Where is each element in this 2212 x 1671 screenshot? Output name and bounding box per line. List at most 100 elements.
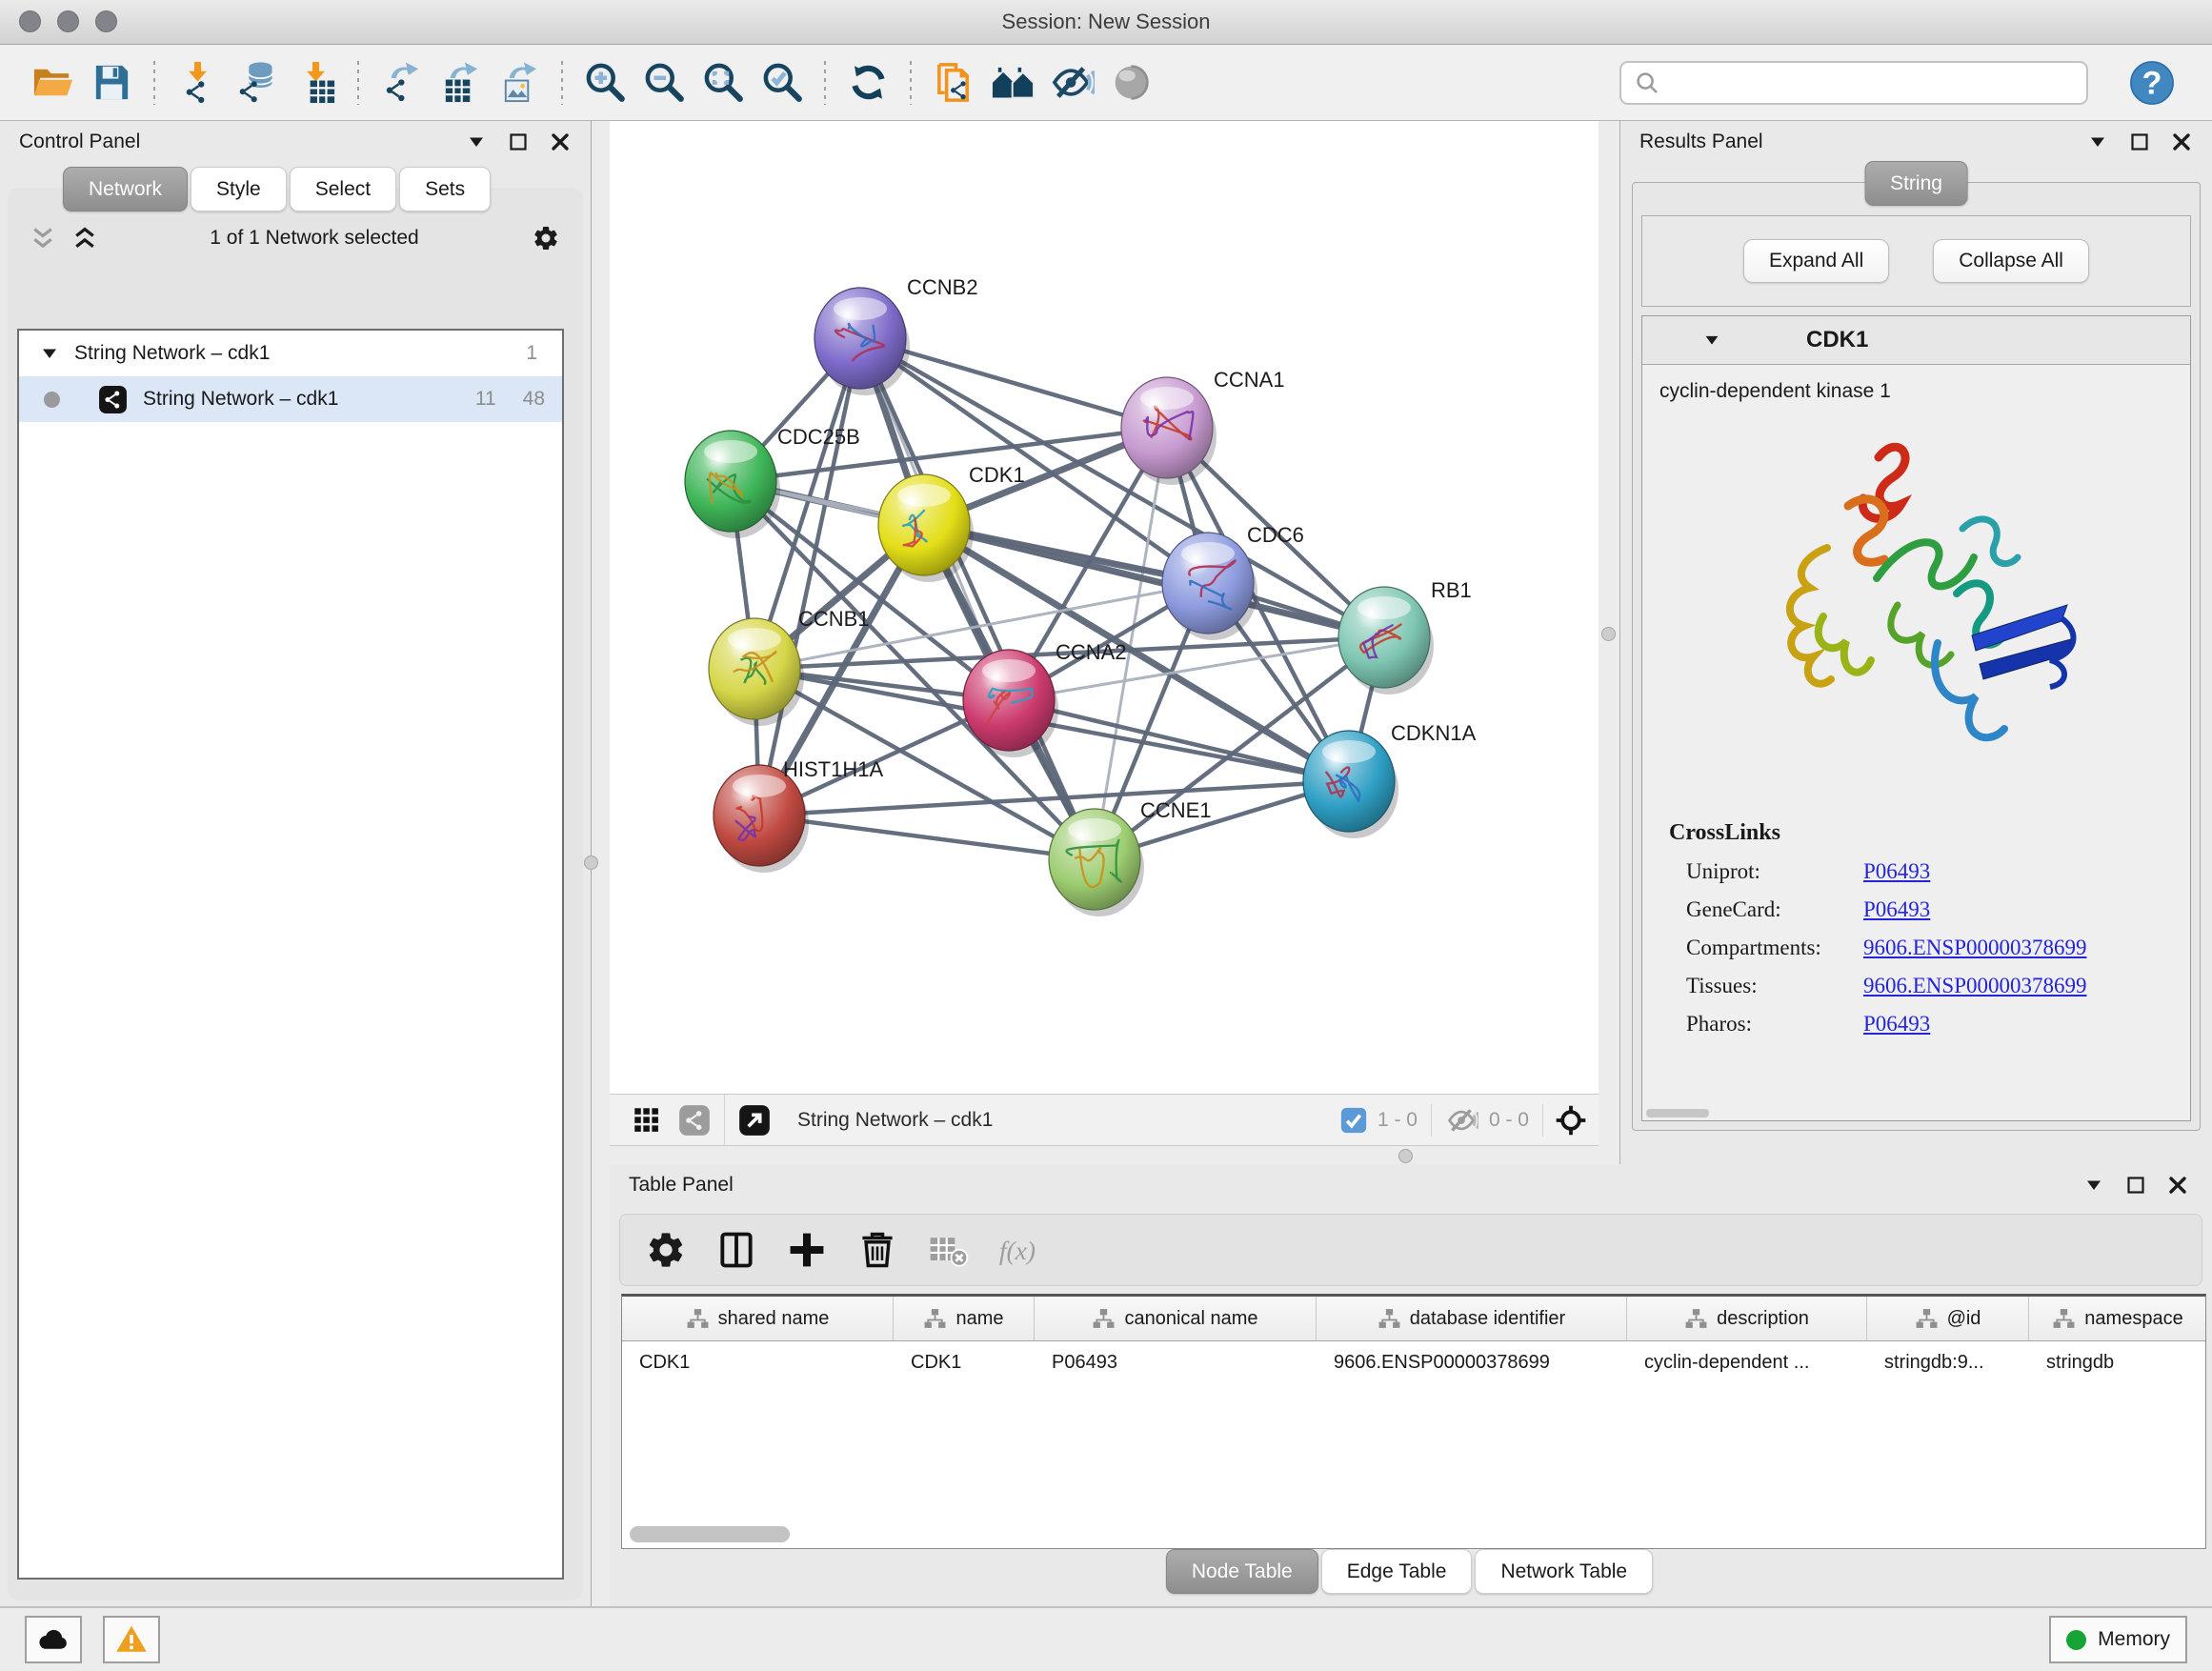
network-options-gear-icon[interactable] — [530, 224, 562, 252]
panel-menu-icon[interactable] — [2086, 131, 2109, 153]
hide-selected-button[interactable] — [1046, 55, 1097, 111]
cloud-status-button[interactable] — [25, 1616, 82, 1663]
left-splitter-handle[interactable] — [584, 856, 598, 870]
node-CCNA1[interactable] — [1121, 377, 1217, 485]
window-minimize-button[interactable] — [57, 10, 79, 32]
column-header-description[interactable]: description — [1627, 1297, 1867, 1340]
fit-selected-button[interactable] — [1542, 1104, 1599, 1137]
panel-menu-icon[interactable] — [465, 131, 488, 153]
panel-close-icon[interactable] — [2166, 1174, 2189, 1197]
network-canvas[interactable]: CCNB2CCNA1CDC25BCDK1CDC6RB1CCNB1CCNA2CDK… — [610, 121, 1599, 1094]
column-header-namespace[interactable]: namespace — [2029, 1297, 2206, 1340]
collapse-all-button[interactable]: Collapse All — [1933, 239, 2089, 283]
column-header-shared-name[interactable]: shared name — [622, 1297, 894, 1340]
warnings-button[interactable] — [103, 1616, 160, 1663]
import-table-file-button[interactable] — [290, 55, 341, 111]
panel-close-icon[interactable] — [2170, 131, 2193, 153]
crosslink-pharos-link[interactable]: P06493 — [1863, 1012, 1930, 1037]
panel-close-icon[interactable] — [549, 131, 572, 153]
import-network-file-button[interactable] — [171, 55, 223, 111]
network-collection-row[interactable]: String Network – cdk1 1 — [19, 331, 562, 376]
node-CDKN1A[interactable] — [1303, 731, 1398, 838]
column-header-name[interactable]: name — [894, 1297, 1035, 1340]
crosslink-tissues-link[interactable]: 9606.ENSP00000378699 — [1863, 974, 2087, 998]
tab-select[interactable]: Select — [290, 167, 396, 211]
zoom-out-button[interactable] — [638, 55, 690, 111]
crosslink-label: Compartments: — [1686, 936, 1863, 960]
panel-float-icon[interactable] — [2124, 1174, 2147, 1197]
help-button[interactable]: ? — [2128, 59, 2176, 107]
window-close-button[interactable] — [19, 10, 41, 32]
network-graph[interactable]: CCNB2CCNA1CDC25BCDK1CDC6RB1CCNB1CCNA2CDK… — [610, 121, 1599, 1094]
detach-view-icon[interactable] — [738, 1104, 771, 1137]
expand-all-networks-icon[interactable] — [29, 224, 57, 252]
birds-eye-view-icon[interactable] — [631, 1104, 663, 1137]
panel-float-icon[interactable] — [2128, 131, 2151, 153]
tab-node-table[interactable]: Node Table — [1166, 1549, 1318, 1594]
tab-network[interactable]: Network — [63, 167, 188, 211]
expand-all-button[interactable]: Expand All — [1743, 239, 1889, 283]
add-column-icon[interactable] — [786, 1229, 828, 1271]
panel-float-icon[interactable] — [507, 131, 530, 153]
delete-column-icon[interactable] — [856, 1229, 898, 1271]
selected-checkbox-icon[interactable] — [1339, 1104, 1368, 1137]
edge-CCNB2-HIST1H1A[interactable] — [759, 338, 860, 815]
entry-scrollbar-thumb[interactable] — [1646, 1109, 1709, 1117]
open-session-button[interactable] — [27, 55, 78, 111]
node-CCNB2[interactable] — [814, 288, 910, 395]
search-box[interactable] — [1619, 61, 2088, 105]
apply-layout-button[interactable] — [842, 55, 894, 111]
column-header-database-identifier[interactable]: database identifier — [1317, 1297, 1627, 1340]
node-CDC25B[interactable] — [685, 431, 780, 538]
crosslink-genecard-link[interactable]: P06493 — [1863, 897, 1930, 922]
node-CDK1[interactable] — [878, 474, 974, 582]
network-inactive-icon[interactable] — [678, 1104, 711, 1137]
column-header-canonical-name[interactable]: canonical name — [1035, 1297, 1317, 1340]
crosslink-compartments-link[interactable]: 9606.ENSP00000378699 — [1863, 936, 2087, 960]
show-columns-icon[interactable] — [715, 1229, 757, 1271]
entry-header[interactable]: CDK1 — [1642, 316, 2190, 365]
table-row[interactable]: CDK1CDK1P064939606.ENSP00000378699cyclin… — [622, 1341, 2205, 1384]
bottom-splitter-handle[interactable] — [1398, 1149, 1413, 1163]
entry-expander-icon[interactable] — [1701, 330, 1722, 351]
crosslink-uniprot-link[interactable]: P06493 — [1863, 859, 1930, 884]
zoom-selected-button[interactable] — [756, 55, 808, 111]
tab-style[interactable]: Style — [191, 167, 287, 211]
export-table-button[interactable] — [434, 55, 486, 111]
collection-expander-icon[interactable] — [38, 342, 61, 365]
column-header-label: @id — [1947, 1308, 1981, 1330]
network-current-dot — [44, 392, 60, 408]
right-splitter-handle[interactable] — [1601, 627, 1616, 641]
zoom-in-button[interactable] — [579, 55, 631, 111]
node-CDC6[interactable] — [1162, 533, 1257, 640]
node-CCNB1[interactable] — [709, 618, 804, 726]
panel-menu-icon[interactable] — [2082, 1174, 2105, 1197]
export-network-button[interactable] — [375, 55, 427, 111]
clipboard-network-button[interactable] — [928, 55, 979, 111]
edge-CCNB2-CCNE1[interactable] — [860, 338, 1095, 859]
zoom-fit-button[interactable] — [697, 55, 749, 111]
table-options-gear-icon[interactable] — [645, 1229, 687, 1271]
edge-CDK1-RB1[interactable] — [924, 525, 1384, 637]
collapse-all-networks-icon[interactable] — [70, 224, 99, 252]
tab-edge-table[interactable]: Edge Table — [1321, 1549, 1473, 1594]
edge-HIST1H1A-CCNE1[interactable] — [759, 815, 1095, 859]
export-image-button[interactable] — [493, 55, 545, 111]
save-session-button[interactable] — [86, 55, 137, 111]
show-all-button[interactable] — [1105, 55, 1156, 111]
tab-sets[interactable]: Sets — [399, 167, 491, 211]
import-network-database-button[interactable] — [231, 55, 282, 111]
search-input[interactable] — [1661, 70, 2075, 94]
hidden-eye-icon[interactable] — [1445, 1104, 1479, 1137]
node-CCNA2[interactable] — [963, 650, 1058, 757]
column-header-id[interactable]: @id — [1867, 1297, 2029, 1340]
tab-string[interactable]: String — [1864, 161, 1968, 206]
network-row[interactable]: String Network – cdk1 11 48 — [19, 376, 562, 422]
node-CCNE1[interactable] — [1049, 809, 1144, 916]
node-RB1[interactable] — [1338, 587, 1434, 695]
first-neighbors-button[interactable] — [987, 55, 1038, 111]
tab-network-table[interactable]: Network Table — [1475, 1549, 1653, 1594]
table-hscrollbar-thumb[interactable] — [630, 1526, 790, 1542]
window-zoom-button[interactable] — [95, 10, 117, 32]
memory-button[interactable]: Memory — [2049, 1616, 2187, 1663]
